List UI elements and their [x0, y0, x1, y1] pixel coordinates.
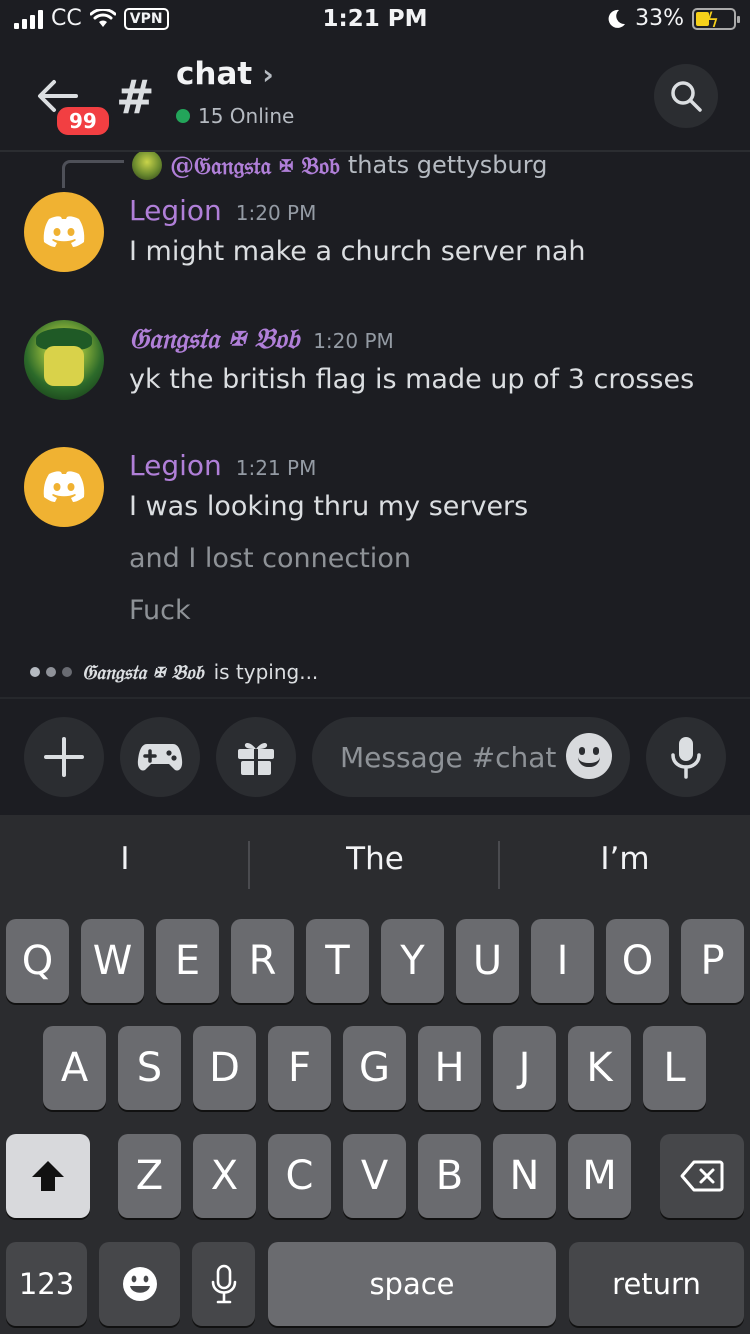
- key[interactable]: W: [81, 919, 144, 1003]
- key[interactable]: H: [418, 1026, 481, 1110]
- reply-mention: @𝔊𝔞𝔫𝔤𝔰𝔱𝔞 ✠ 𝔅𝔬𝔟: [170, 152, 340, 180]
- voice-message-button[interactable]: [646, 717, 726, 797]
- dictation-key[interactable]: [192, 1242, 255, 1326]
- key[interactable]: D: [193, 1026, 256, 1110]
- return-key[interactable]: return: [569, 1242, 744, 1326]
- message-author[interactable]: 𝔊𝔞𝔫𝔤𝔰𝔱𝔞 ✠ 𝔅𝔬𝔟 1:20 PM: [129, 322, 394, 356]
- attach-button[interactable]: [24, 717, 104, 797]
- message-time: 1:20 PM: [235, 201, 317, 225]
- key[interactable]: K: [568, 1026, 631, 1110]
- online-count: 15 Online: [176, 104, 294, 128]
- message-placeholder: Message #chat: [340, 740, 557, 774]
- shift-icon: [32, 1161, 64, 1191]
- typing-indicator: 𝔊𝔞𝔫𝔤𝔰𝔱𝔞 ✠ 𝔅𝔬𝔟 is typing...: [30, 660, 318, 684]
- online-dot-icon: [176, 109, 190, 123]
- message-time: 1:21 PM: [235, 456, 317, 480]
- message-author[interactable]: Legion 1:20 PM: [129, 194, 316, 227]
- key[interactable]: L: [643, 1026, 706, 1110]
- key[interactable]: M: [568, 1134, 631, 1218]
- reply-preview[interactable]: @𝔊𝔞𝔫𝔤𝔰𝔱𝔞 ✠ 𝔅𝔬𝔟 thats gettysburg: [132, 152, 547, 180]
- suggestion-item[interactable]: I’m: [500, 841, 750, 877]
- gift-button[interactable]: [216, 717, 296, 797]
- key[interactable]: I: [531, 919, 594, 1003]
- key[interactable]: R: [231, 919, 294, 1003]
- avatar[interactable]: [24, 192, 104, 272]
- key[interactable]: S: [118, 1026, 181, 1110]
- channel-header: 99 # chat › 15 Online: [0, 42, 750, 152]
- message-list[interactable]: @𝔊𝔞𝔫𝔤𝔰𝔱𝔞 ✠ 𝔅𝔬𝔟 thats gettysburg Legion 1:…: [0, 152, 750, 697]
- microphone-icon: [211, 1264, 236, 1304]
- message-text: yk the british flag is made up of 3 cros…: [129, 364, 695, 395]
- emoji-key[interactable]: [99, 1242, 180, 1326]
- channel-title[interactable]: chat ›: [176, 56, 274, 92]
- key[interactable]: P: [681, 919, 744, 1003]
- moon-icon: [608, 9, 626, 28]
- key[interactable]: X: [193, 1134, 256, 1218]
- status-bar: CC VPN 1:21 PM 33% ϟ: [0, 0, 750, 42]
- key[interactable]: Q: [6, 919, 69, 1003]
- key[interactable]: G: [343, 1026, 406, 1110]
- chevron-right-icon: ›: [262, 57, 274, 91]
- battery-percent: 33%: [635, 6, 684, 31]
- key[interactable]: Z: [118, 1134, 181, 1218]
- shift-key[interactable]: [6, 1134, 90, 1218]
- key[interactable]: B: [418, 1134, 481, 1218]
- channel-name: chat: [176, 56, 253, 92]
- status-right: 33% ϟ: [605, 6, 740, 32]
- predictive-bar: I The I’m: [0, 815, 750, 913]
- backspace-key[interactable]: [660, 1134, 744, 1218]
- online-label: 15 Online: [198, 104, 295, 128]
- message-text: I was looking thru my servers: [129, 491, 529, 522]
- unread-badge: 99: [54, 104, 112, 138]
- discord-logo-icon: [43, 471, 85, 502]
- search-icon: [671, 81, 702, 112]
- message-text: I might make a church server nah: [129, 236, 586, 267]
- message-input[interactable]: Message #chat: [312, 717, 630, 797]
- message-time: 1:20 PM: [313, 329, 394, 353]
- key[interactable]: A: [43, 1026, 106, 1110]
- battery-icon: ϟ: [692, 7, 740, 32]
- typing-dots-icon: [30, 667, 72, 677]
- key[interactable]: E: [156, 919, 219, 1003]
- search-button[interactable]: [654, 64, 718, 128]
- key[interactable]: U: [456, 919, 519, 1003]
- typing-suffix: is typing...: [213, 660, 319, 684]
- emoji-icon[interactable]: [566, 733, 612, 779]
- key[interactable]: T: [306, 919, 369, 1003]
- key[interactable]: C: [268, 1134, 331, 1218]
- key[interactable]: J: [493, 1026, 556, 1110]
- message-text: and I lost connection: [129, 543, 411, 574]
- key[interactable]: O: [606, 919, 669, 1003]
- gift-icon: [238, 742, 274, 775]
- typing-user: 𝔊𝔞𝔫𝔤𝔰𝔱𝔞 ✠ 𝔅𝔬𝔟: [82, 660, 204, 684]
- key[interactable]: Y: [381, 919, 444, 1003]
- plus-icon: [44, 737, 84, 777]
- backspace-icon: [680, 1160, 724, 1192]
- numbers-key[interactable]: 123: [6, 1242, 87, 1326]
- author-name: 𝔊𝔞𝔫𝔤𝔰𝔱𝔞 ✠ 𝔅𝔬𝔟: [129, 322, 300, 355]
- gamepad-icon: [137, 744, 183, 771]
- message-text: Fuck: [129, 595, 191, 626]
- message-author[interactable]: Legion 1:21 PM: [129, 449, 316, 482]
- author-name: Legion: [129, 194, 222, 227]
- emoji-icon: [122, 1267, 157, 1301]
- discord-logo-icon: [43, 216, 85, 247]
- key[interactable]: N: [493, 1134, 556, 1218]
- reply-connector: [62, 160, 124, 188]
- key[interactable]: V: [343, 1134, 406, 1218]
- suggestion-item[interactable]: The: [250, 841, 500, 877]
- key[interactable]: F: [268, 1026, 331, 1110]
- space-key[interactable]: space: [268, 1242, 556, 1326]
- reply-text: thats gettysburg: [347, 152, 548, 179]
- suggestion-item[interactable]: I: [0, 841, 250, 877]
- avatar: [132, 152, 162, 180]
- microphone-icon: [671, 737, 701, 779]
- message-composer: Message #chat: [0, 697, 750, 815]
- activities-button[interactable]: [120, 717, 200, 797]
- keyboard: I The I’m Q W E R T Y U I O P A S D F G …: [0, 815, 750, 1334]
- hash-icon: #: [116, 70, 155, 124]
- avatar[interactable]: [24, 320, 104, 400]
- author-name: Legion: [129, 449, 222, 482]
- avatar[interactable]: [24, 447, 104, 527]
